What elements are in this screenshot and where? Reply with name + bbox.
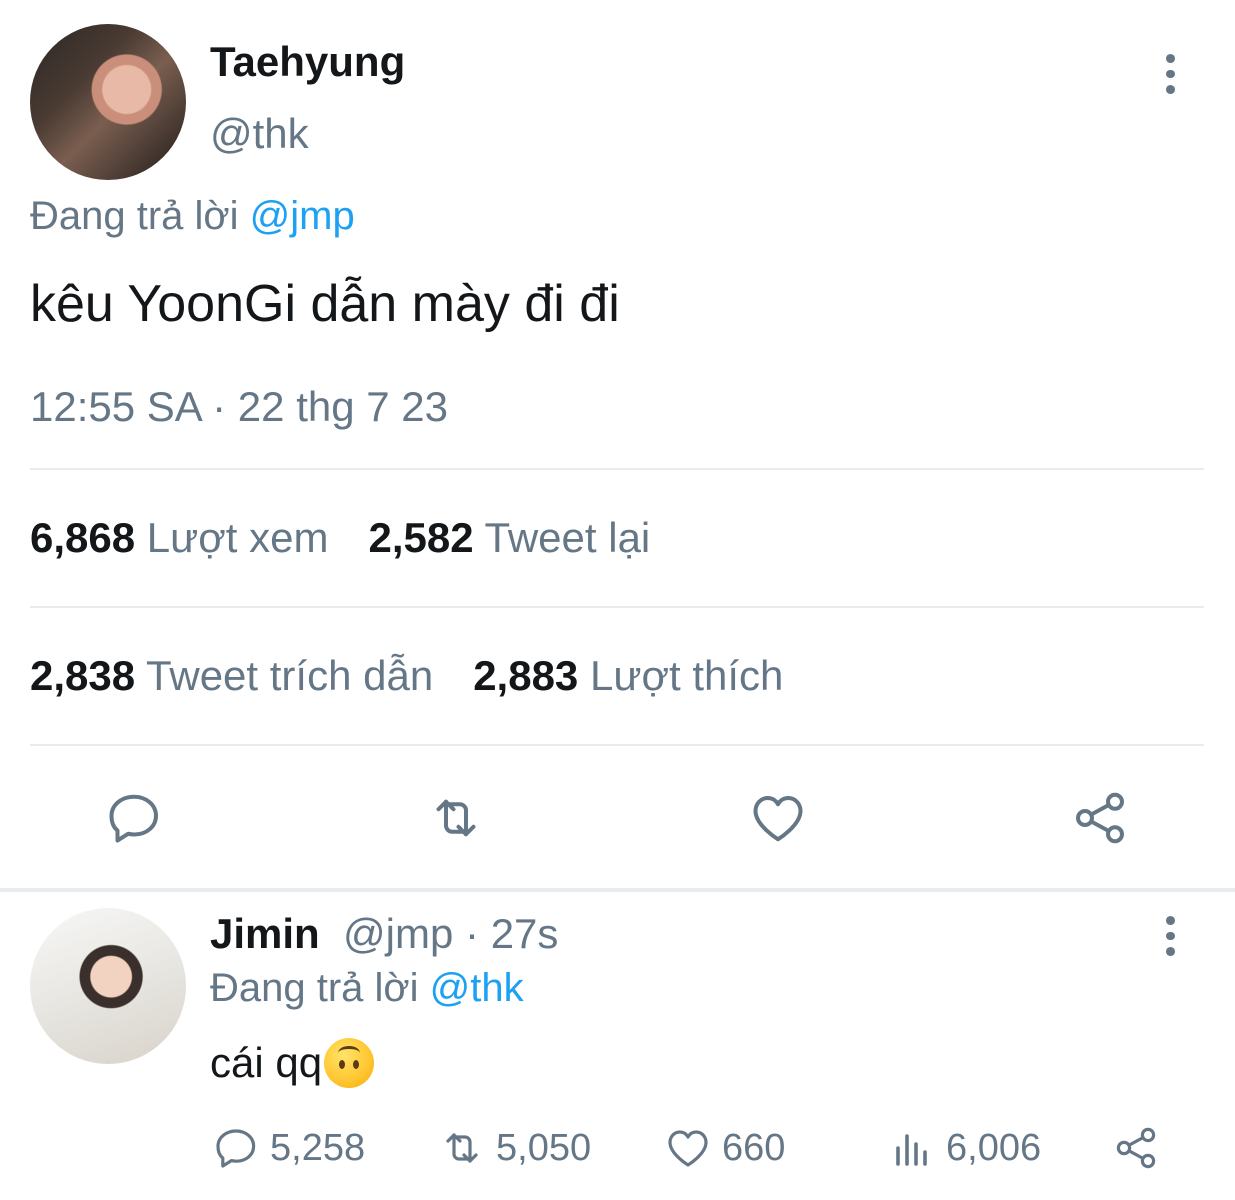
views-label: Lượt xem xyxy=(146,514,329,561)
reply-author-handle[interactable]: @jmp xyxy=(343,910,453,957)
section-divider xyxy=(0,888,1235,892)
upside-down-face-emoji-icon xyxy=(324,1038,375,1088)
retweet-icon[interactable] xyxy=(426,788,486,848)
reply-author-avatar[interactable] xyxy=(30,908,186,1064)
reply-likes-action[interactable]: 660 xyxy=(664,1124,785,1172)
likes-count: 2,883 xyxy=(473,652,579,699)
reply-replies-action[interactable]: 5,258 xyxy=(212,1124,365,1172)
views-icon xyxy=(896,1134,927,1166)
tweet-timestamp[interactable]: 12:55 SA · 22 thg 7 23 xyxy=(30,383,448,431)
views-count: 6,006 xyxy=(946,1126,1042,1169)
reply-count: 5,258 xyxy=(270,1126,366,1169)
replying-to-link[interactable]: @thk xyxy=(430,966,524,1010)
share-icon[interactable] xyxy=(1070,788,1130,848)
retweet-count: 5,050 xyxy=(496,1126,592,1169)
reply-views-action[interactable]: 6,006 xyxy=(888,1124,1041,1172)
views-count: 6,868 xyxy=(30,514,136,561)
reply-text: cái qq xyxy=(210,1038,375,1088)
retweets-count: 2,582 xyxy=(368,514,474,561)
quote-tweets-count: 2,838 xyxy=(30,652,136,699)
divider xyxy=(30,744,1204,746)
share-icon xyxy=(1116,1127,1156,1169)
reply-icon[interactable] xyxy=(104,788,164,848)
separator: · xyxy=(453,910,491,957)
views-stat[interactable]: 6,868 Lượt xem xyxy=(30,514,328,562)
like-icon xyxy=(668,1130,708,1167)
reply-share-action[interactable] xyxy=(1112,1124,1160,1172)
author-name[interactable]: Taehyung xyxy=(210,38,405,86)
retweets-stat[interactable]: 2,582 Tweet lại xyxy=(368,514,650,562)
author-avatar[interactable] xyxy=(30,24,186,180)
stats-row-1: 6,868 Lượt xem 2,582 Tweet lại xyxy=(30,514,650,562)
more-options-icon[interactable] xyxy=(1150,916,1190,957)
retweet-icon xyxy=(446,1133,478,1163)
replying-prefix: Đang trả lời xyxy=(210,966,430,1010)
quote-tweets-label: Tweet trích dẫn xyxy=(146,652,434,699)
quote-tweets-stat[interactable]: 2,838 Tweet trích dẫn xyxy=(30,652,433,700)
stats-row-2: 2,838 Tweet trích dẫn 2,883 Lượt thích xyxy=(30,652,783,700)
reply-author-name[interactable]: Jimin xyxy=(210,910,320,957)
reply-retweets-action[interactable]: 5,050 xyxy=(438,1124,591,1172)
more-options-icon[interactable] xyxy=(1150,54,1190,95)
reply-time[interactable]: 27s xyxy=(491,910,559,957)
replying-to-line: Đang trả lời @jmp xyxy=(30,194,355,239)
like-icon[interactable] xyxy=(748,788,808,848)
like-count: 660 xyxy=(722,1126,786,1169)
reply-icon xyxy=(216,1129,256,1168)
retweets-label: Tweet lại xyxy=(484,514,651,561)
replying-prefix: Đang trả lời xyxy=(30,194,250,238)
divider xyxy=(30,606,1204,608)
divider xyxy=(30,468,1204,470)
reply-replying-to-line: Đang trả lời @thk xyxy=(210,966,524,1011)
reply-text-content: cái qq xyxy=(210,1039,323,1086)
reply-header: Jimin @jmp · 27s xyxy=(210,910,558,958)
replying-to-link[interactable]: @jmp xyxy=(250,194,355,238)
tweet-text: kêu YoonGi dẫn mày đi đi xyxy=(30,275,620,333)
author-handle[interactable]: @thk xyxy=(210,110,309,158)
likes-label: Lượt thích xyxy=(589,652,784,699)
likes-stat[interactable]: 2,883 Lượt thích xyxy=(473,652,783,700)
